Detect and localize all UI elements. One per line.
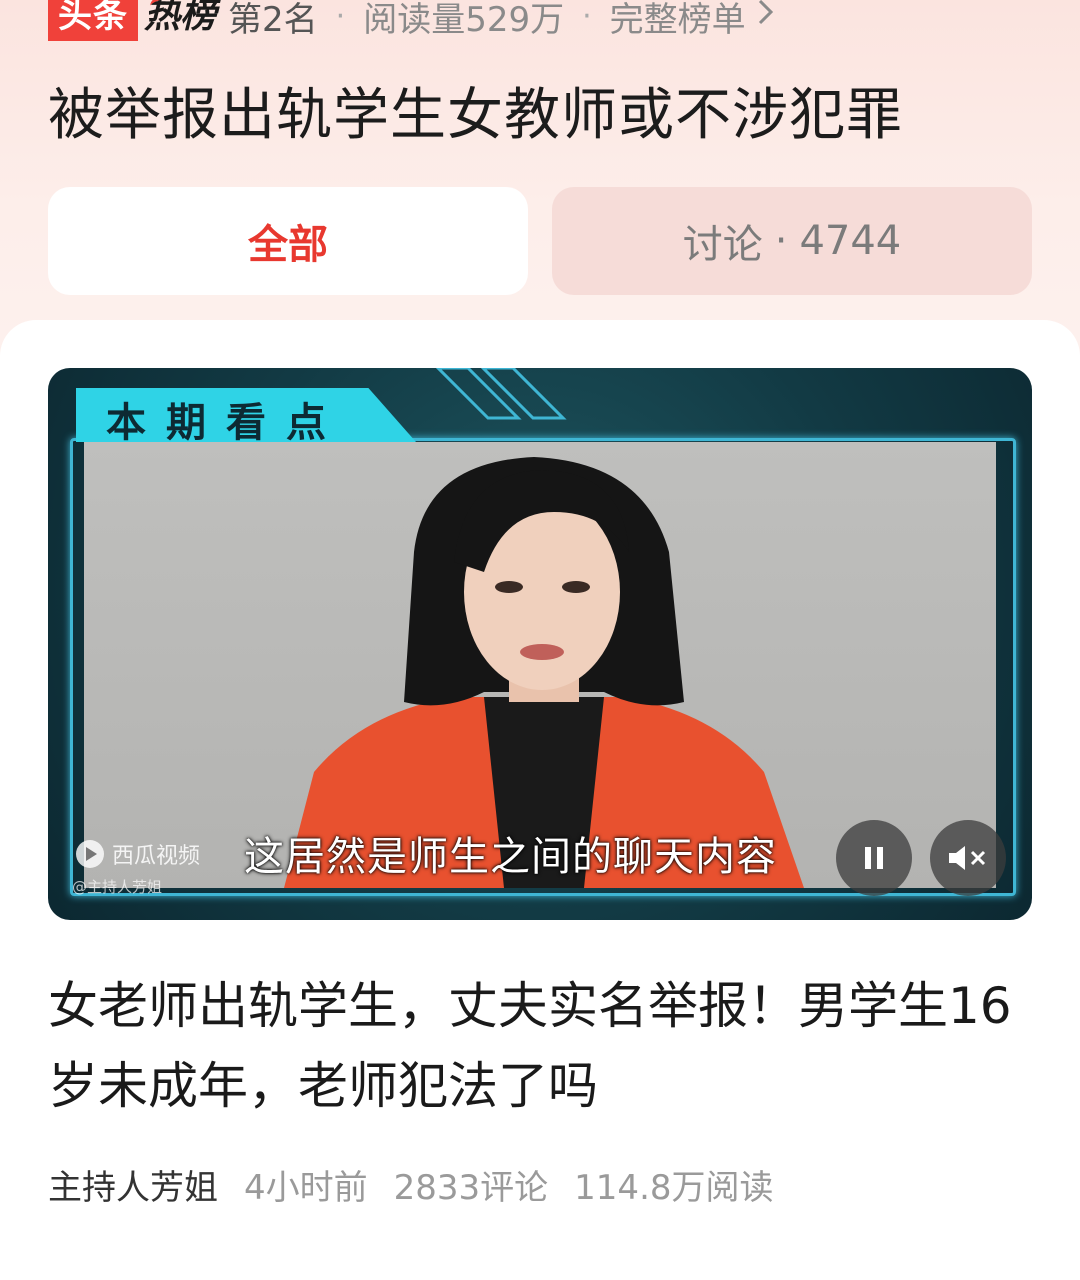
read-count: 阅读量529万 [363,0,565,40]
full-list-link[interactable]: 完整榜单 [610,0,746,41]
pause-icon [865,847,883,869]
video-frame [84,442,996,888]
separator-dot: · [335,0,346,34]
separator-dot: · [774,218,788,264]
pause-button[interactable] [836,820,912,896]
mute-icon [949,846,986,870]
xigua-logo-icon [76,840,104,868]
tab-discussion-label: 讨论 [682,222,763,268]
article-title[interactable]: 女老师出轨学生，丈夫实名举报！男学生16岁未成年，老师犯法了吗 [48,966,1032,1126]
tab-all[interactable]: 全部 [48,187,528,295]
author-name[interactable]: 主持人芳姐 [48,1160,218,1209]
publish-time: 4小时前 [244,1168,368,1208]
tab-bar: 全部 讨论 · 4744 [48,187,1032,295]
mute-button[interactable] [930,820,1006,896]
tab-discussion[interactable]: 讨论 · 4744 [552,187,1032,295]
comment-count: 2833评论 [393,1168,549,1208]
rebang-logo: 热榜 [144,0,216,41]
topic-headline: 被举报出轨学生女教师或不涉犯罪 [48,83,903,148]
chevron-right-icon[interactable] [756,0,776,35]
platform-name: 西瓜视频 [112,844,201,869]
toutiao-logo: 头条 [48,0,138,41]
hot-rank-row[interactable]: 头条 热榜 第2名 · 阅读量529万 · 完整榜单 [48,0,776,46]
xigua-watermark: 西瓜视频 [76,838,200,870]
discussion-count: 4744 [799,218,902,264]
highlight-banner-text: 本期看点 [106,399,346,446]
view-count: 114.8万阅读 [574,1168,774,1208]
tab-all-label: 全部 [248,222,328,268]
separator-dot: · [582,0,592,34]
author-watermark: @主持人芳姐 [72,878,163,896]
video-subtitle: 这居然是师生之间的聊天内容 [244,834,777,880]
article-meta: 主持人芳姐 4小时前 2833评论 114.8万阅读 [48,1160,774,1209]
video-player[interactable]: 本期看点 这居然是师生之间的聊天内容 西瓜视频 @主持人芳姐 [48,368,1032,920]
rank-position: 第2名 [228,0,318,40]
decorative-stripes [435,368,567,420]
